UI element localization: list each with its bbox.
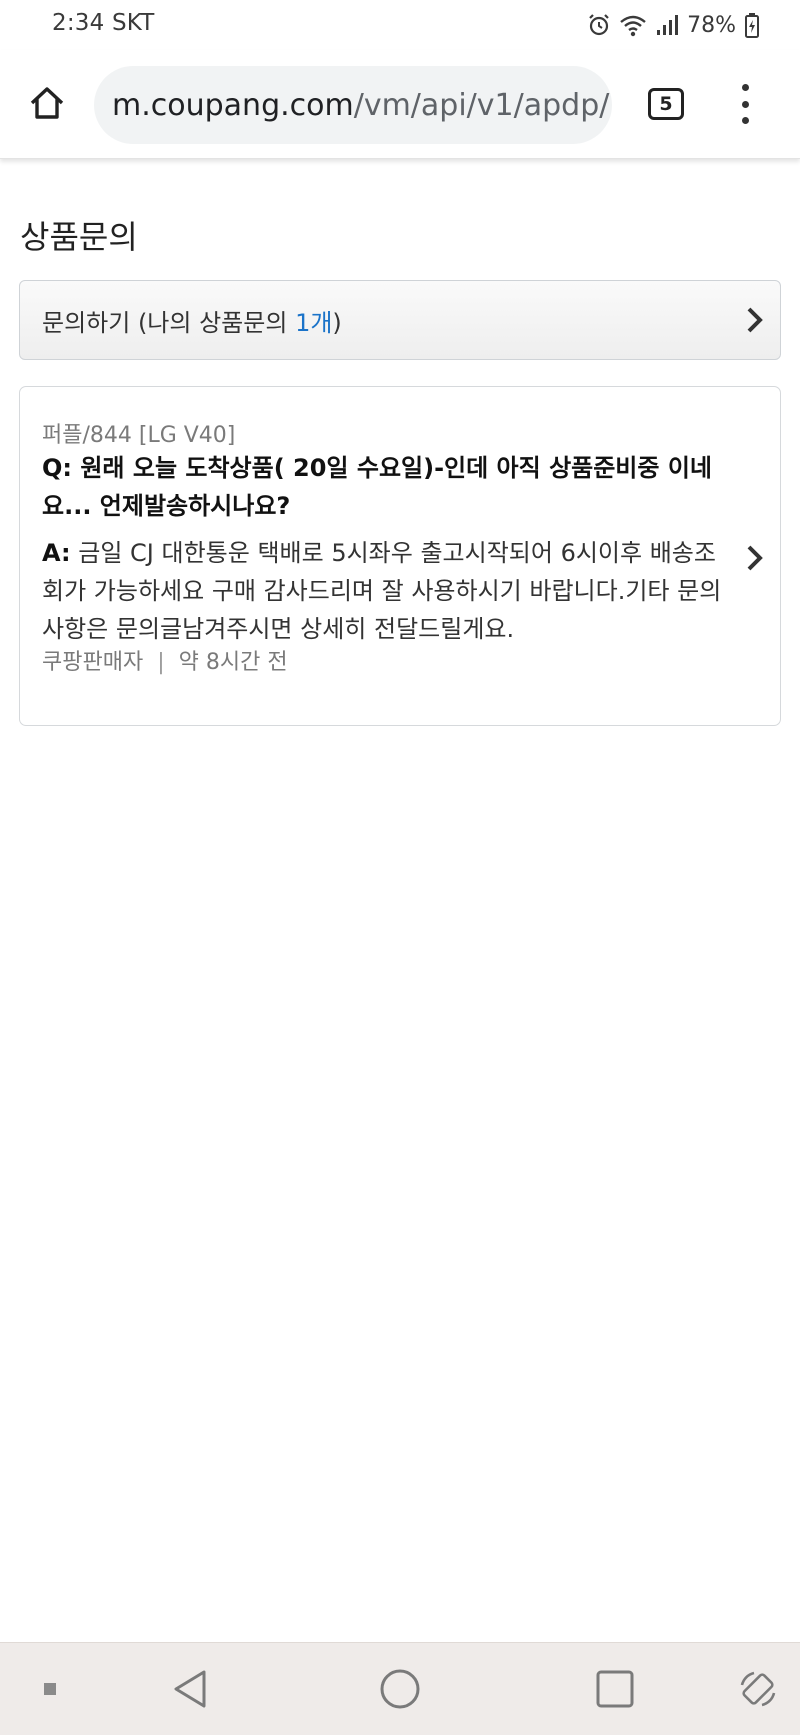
more-vert-icon[interactable] — [728, 84, 762, 124]
qa-answer: A: 금일 CJ 대한통운 택배로 5시좌우 출고시작되어 6시이후 배송조회가… — [42, 534, 732, 648]
rotate-icon — [740, 1671, 776, 1707]
back-icon — [174, 1670, 206, 1708]
alarm-icon — [587, 13, 611, 37]
status-icons: 78% — [587, 10, 760, 40]
back-button[interactable] — [160, 1643, 220, 1735]
inquire-button[interactable]: 문의하기 (나의 상품문의 1개) — [19, 280, 781, 360]
signal-icon — [655, 13, 679, 37]
recents-icon — [596, 1670, 634, 1708]
small-square-icon — [44, 1683, 56, 1695]
qa-card[interactable]: 퍼플/844 [LG V40] Q: 원래 오늘 도착상품( 20일 수요일)-… — [19, 386, 781, 726]
inquire-label-text: 문의하기 (나의 상품문의 — [42, 308, 296, 337]
inquire-label-suffix: ) — [332, 308, 342, 337]
qa-author: 쿠팡판매자 — [42, 650, 144, 675]
qa-question: Q: 원래 오늘 도착상품( 20일 수요일)-인데 아직 상품준비중 이네요.… — [42, 454, 712, 520]
small-square-button[interactable] — [28, 1643, 72, 1735]
status-bar: 2:34 SKT 78% — [0, 0, 800, 50]
home-icon — [30, 87, 64, 119]
rotate-button[interactable] — [728, 1643, 788, 1735]
url-bar[interactable]: m.coupang.com/vm/api/v1/apdp/i — [94, 66, 612, 144]
page-title: 상품문의 — [20, 218, 138, 256]
qa-footer: 쿠팡판매자 | 약 8시간 전 — [42, 644, 288, 676]
inquire-label: 문의하기 (나의 상품문의 1개) — [42, 303, 342, 338]
recents-button[interactable] — [585, 1643, 645, 1735]
home-circle-icon — [380, 1669, 420, 1709]
url-path: /vm/api/v1/apdp/i — [353, 87, 612, 123]
url-host: m.coupang.com — [112, 87, 354, 123]
inquire-count: 1개 — [295, 308, 333, 337]
battery-percent: 78% — [687, 12, 736, 38]
qa-time: 약 8시간 전 — [178, 650, 288, 675]
wifi-icon — [619, 13, 647, 37]
tabs-button[interactable]: 5 — [648, 88, 684, 120]
battery-icon — [744, 12, 760, 38]
qa-answer-prefix: A: — [42, 539, 71, 567]
tabs-icon: 5 — [659, 93, 673, 115]
system-nav-bar — [0, 1642, 800, 1735]
home-button[interactable] — [22, 78, 72, 128]
qa-meta: 퍼플/844 [LG V40] — [42, 423, 236, 448]
url-text: m.coupang.com/vm/api/v1/apdp/i — [112, 88, 612, 123]
nav-home-button[interactable] — [370, 1643, 430, 1735]
qa-separator: | — [157, 650, 165, 675]
status-time-carrier: 2:34 SKT — [52, 10, 155, 36]
chevron-right-icon — [747, 545, 763, 571]
qa-answer-text: 금일 CJ 대한통운 택배로 5시좌우 출고시작되어 6시이후 배송조회가 가능… — [42, 539, 722, 643]
chevron-right-icon — [747, 307, 763, 333]
browser-toolbar: m.coupang.com/vm/api/v1/apdp/i 5 — [0, 50, 800, 159]
